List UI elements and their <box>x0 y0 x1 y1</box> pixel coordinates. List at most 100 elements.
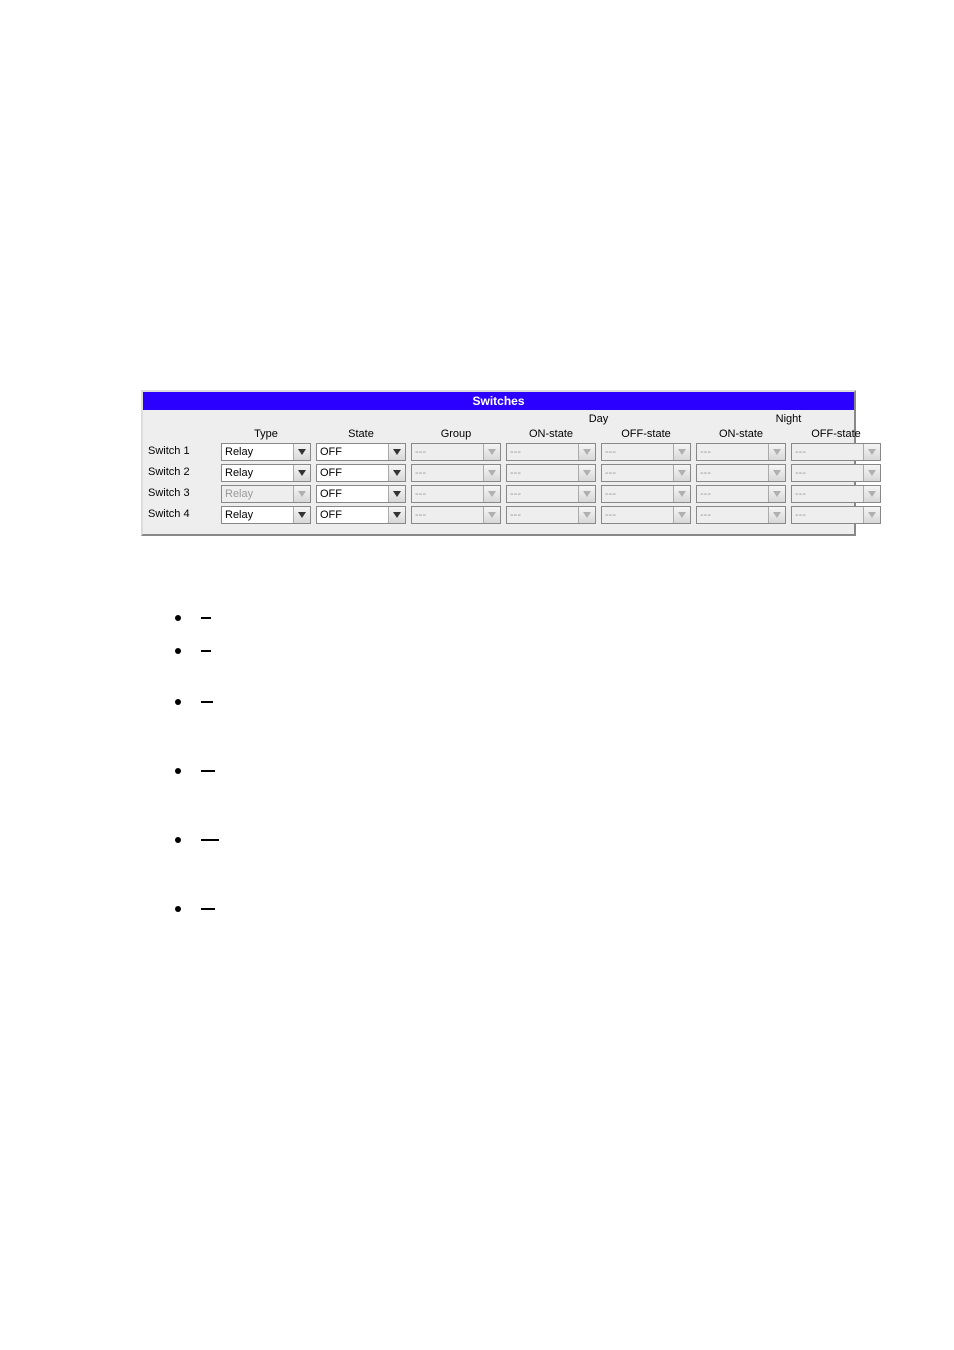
dash-icon <box>201 701 213 703</box>
day-off-select-0-value: --- <box>605 446 616 458</box>
group-select-0-value: --- <box>415 446 426 458</box>
list-item <box>175 832 815 886</box>
dropdown-arrow-icon[interactable] <box>293 465 310 481</box>
state-select-2[interactable]: OFF <box>316 485 406 503</box>
night-on-select-2-value: --- <box>700 488 711 500</box>
dropdown-arrow-icon <box>483 444 500 460</box>
night-off-select-3-value: --- <box>795 509 806 521</box>
night-on-select-3-value: --- <box>700 509 711 521</box>
dash-icon <box>201 839 219 841</box>
header-day: Day <box>506 413 691 425</box>
dropdown-arrow-icon <box>483 465 500 481</box>
state-select-3[interactable]: OFF <box>316 506 406 524</box>
dropdown-arrow-icon <box>673 507 690 523</box>
group-select-3-value: --- <box>415 509 426 521</box>
night-on-select-1: --- <box>696 464 786 482</box>
group-select-2: --- <box>411 485 501 503</box>
dropdown-arrow-icon <box>768 465 785 481</box>
dropdown-arrow-icon <box>863 507 880 523</box>
bullet-icon <box>175 768 181 774</box>
night-on-select-0-value: --- <box>700 446 711 458</box>
row-label: Switch 3 <box>148 485 216 503</box>
day-on-select-2: --- <box>506 485 596 503</box>
day-on-select-2-value: --- <box>510 488 521 500</box>
day-off-select-2-value: --- <box>605 488 616 500</box>
day-off-select-3-value: --- <box>605 509 616 521</box>
bullet-icon <box>175 837 181 843</box>
dropdown-arrow-icon <box>578 507 595 523</box>
night-off-select-0: --- <box>791 443 881 461</box>
switches-grid: Day Night Type State Group ON-state OFF-… <box>143 410 854 534</box>
dropdown-arrow-icon[interactable] <box>388 444 405 460</box>
night-on-select-1-value: --- <box>700 467 711 479</box>
dropdown-arrow-icon <box>768 444 785 460</box>
dropdown-arrow-icon[interactable] <box>293 444 310 460</box>
dropdown-arrow-icon[interactable] <box>388 465 405 481</box>
bullet-icon <box>175 906 181 912</box>
night-on-select-3: --- <box>696 506 786 524</box>
state-select-0[interactable]: OFF <box>316 443 406 461</box>
type-select-1-value: Relay <box>225 467 253 479</box>
switches-panel: Switches Day Night Type State Group ON-s… <box>141 390 856 536</box>
dropdown-arrow-icon[interactable] <box>388 486 405 502</box>
dropdown-arrow-icon <box>483 507 500 523</box>
header-day-off: OFF-state <box>601 428 691 440</box>
type-select-2-value: Relay <box>225 488 253 500</box>
group-select-2-value: --- <box>415 488 426 500</box>
group-select-1: --- <box>411 464 501 482</box>
bullet-icon <box>175 615 181 621</box>
header-group: Group <box>411 428 501 440</box>
state-select-1[interactable]: OFF <box>316 464 406 482</box>
bullet-icon <box>175 648 181 654</box>
row-label: Switch 4 <box>148 506 216 524</box>
type-select-0-value: Relay <box>225 446 253 458</box>
dropdown-arrow-icon <box>673 465 690 481</box>
group-select-1-value: --- <box>415 467 426 479</box>
night-on-select-0: --- <box>696 443 786 461</box>
list-item <box>175 901 815 955</box>
dropdown-arrow-icon <box>863 486 880 502</box>
dropdown-arrow-icon <box>863 444 880 460</box>
dash-icon <box>201 617 211 619</box>
header-night-on: ON-state <box>696 428 786 440</box>
dropdown-arrow-icon <box>768 507 785 523</box>
night-off-select-2: --- <box>791 485 881 503</box>
dropdown-arrow-icon <box>768 486 785 502</box>
day-on-select-3-value: --- <box>510 509 521 521</box>
state-select-0-value: OFF <box>320 446 342 458</box>
state-select-3-value: OFF <box>320 509 342 521</box>
day-on-select-1-value: --- <box>510 467 521 479</box>
header-type: Type <box>221 428 311 440</box>
dropdown-arrow-icon[interactable] <box>293 507 310 523</box>
list-item <box>175 694 815 748</box>
state-select-1-value: OFF <box>320 467 342 479</box>
group-select-0: --- <box>411 443 501 461</box>
dropdown-arrow-icon <box>293 486 310 502</box>
day-off-select-3: --- <box>601 506 691 524</box>
type-select-3[interactable]: Relay <box>221 506 311 524</box>
list-item <box>175 763 815 817</box>
dash-icon <box>201 908 215 910</box>
dropdown-arrow-icon <box>673 444 690 460</box>
night-on-select-2: --- <box>696 485 786 503</box>
dropdown-arrow-icon <box>578 465 595 481</box>
dropdown-arrow-icon <box>578 486 595 502</box>
dropdown-arrow-icon <box>578 444 595 460</box>
state-select-2-value: OFF <box>320 488 342 500</box>
day-on-select-0: --- <box>506 443 596 461</box>
header-day-on: ON-state <box>506 428 596 440</box>
dash-icon <box>201 770 215 772</box>
panel-title: Switches <box>143 392 854 410</box>
group-select-3: --- <box>411 506 501 524</box>
type-select-0[interactable]: Relay <box>221 443 311 461</box>
day-off-select-1: --- <box>601 464 691 482</box>
type-select-1[interactable]: Relay <box>221 464 311 482</box>
day-off-select-1-value: --- <box>605 467 616 479</box>
day-on-select-3: --- <box>506 506 596 524</box>
type-select-2: Relay <box>221 485 311 503</box>
header-state: State <box>316 428 406 440</box>
dropdown-arrow-icon[interactable] <box>388 507 405 523</box>
list-item <box>175 643 815 679</box>
bullet-icon <box>175 699 181 705</box>
type-select-3-value: Relay <box>225 509 253 521</box>
